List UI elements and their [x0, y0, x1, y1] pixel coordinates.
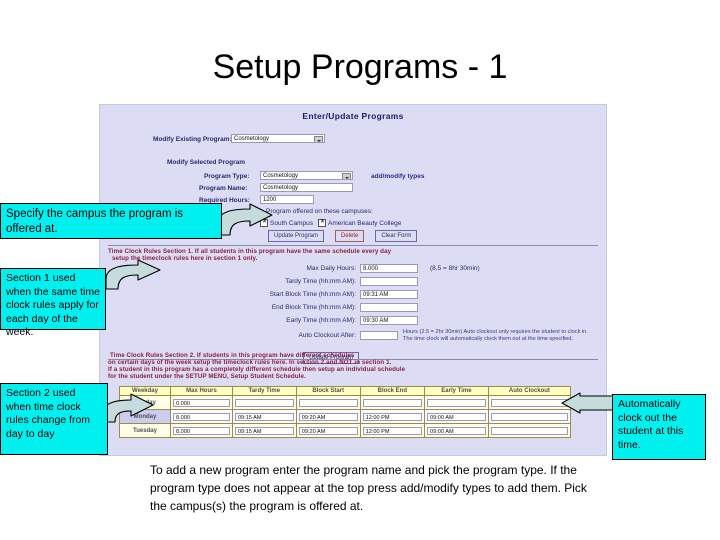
start-block-time-input[interactable]: 09:31 AM: [360, 290, 418, 299]
screenshot-heading: Enter/Update Programs: [302, 111, 404, 121]
cell-sunday-block-end[interactable]: [362, 398, 423, 407]
cell-sunday-early-time[interactable]: [427, 398, 486, 407]
divider: [108, 245, 598, 246]
auto-clockout-hint-line2: The time clock will automatically clock …: [403, 336, 574, 342]
cell-monday-tardy-time[interactable]: 09:15 AM: [234, 412, 294, 421]
col-tardy-time: Tardy Time: [231, 386, 297, 396]
program-type-value: Cosmetology: [263, 173, 299, 179]
col-block-end: Block End: [359, 386, 426, 396]
cell-monday-auto-clockout[interactable]: [490, 412, 568, 421]
cell-monday-max-hours[interactable]: 8.000: [173, 412, 230, 421]
arrow-auto-clockout: [561, 392, 617, 414]
program-type-label: Program Type:: [204, 173, 250, 180]
program-name-input[interactable]: Cosmetology: [260, 183, 353, 192]
cell-sunday-max-hours[interactable]: 0.000: [173, 398, 230, 407]
callout-auto-clockout: Automatically clock out the student at t…: [612, 394, 706, 460]
cell-sunday-auto-clockout[interactable]: [490, 398, 568, 407]
table-row: Sunday 0.000: [119, 395, 572, 410]
modify-existing-program-select[interactable]: Cosmetology: [231, 134, 325, 143]
tardy-time-label: Tardy Time (hh:mm AM):: [285, 278, 356, 285]
table-row: Tuesday 8.000 09:15 AM 09:20 AM 12:00 PM…: [119, 423, 572, 438]
col-max-hours: Max Hours: [170, 386, 233, 396]
modify-selected-program-label: Modify Selected Program: [167, 159, 246, 166]
cell-tuesday-block-start[interactable]: 09:20 AM: [298, 426, 358, 435]
chevron-down-icon: [314, 136, 323, 142]
cell-tuesday-tardy-time[interactable]: 09:15 AM: [234, 426, 294, 435]
table-row: Monday 8.000 09:15 AM 09:20 AM 12:00 PM …: [119, 409, 572, 424]
page-title: Setup Programs - 1: [212, 48, 508, 86]
max-daily-hours-label: Max Daily Hours:: [306, 265, 356, 272]
slide-caption: To add a new program enter the program n…: [150, 463, 587, 513]
callout-section2: Section 2 used when time clock rules cha…: [0, 383, 108, 455]
cell-monday-block-start[interactable]: 09:20 AM: [298, 412, 358, 421]
col-block-start: Block Start: [295, 386, 361, 396]
modify-existing-program-label: Modify Existing Program:: [153, 136, 232, 143]
cell-tuesday-max-hours[interactable]: 8.000: [173, 426, 230, 435]
col-early-time: Early Time: [424, 386, 489, 396]
end-block-time-input[interactable]: [360, 303, 418, 312]
cell-tuesday-auto-clockout[interactable]: [490, 426, 568, 435]
section2-title-line4: for the student under the SETUP MENU, Se…: [108, 373, 306, 380]
clear-form-button[interactable]: Clear Form: [375, 230, 418, 242]
end-block-time-label: End Block Time (hh:mm AM):: [271, 304, 356, 311]
start-block-time-label: Start Block Time (hh:mm AM):: [269, 291, 356, 298]
application-screenshot: Enter/Update Programs Modify Existing Pr…: [99, 104, 607, 456]
form-button-row: Update Program Delete Clear Form: [268, 230, 418, 242]
arrow-campus: [217, 203, 273, 236]
auto-clockout-after-label: Auto Clockout After:: [298, 332, 356, 339]
col-auto-clockout: Auto Clockout: [487, 386, 572, 396]
cell-tuesday-block-end[interactable]: 12:00 PM: [362, 426, 423, 435]
add-modify-types-link[interactable]: add/modify types: [371, 173, 424, 180]
tardy-time-input[interactable]: [360, 277, 418, 286]
max-daily-hours-input[interactable]: 8.000: [360, 264, 418, 273]
weekday-schedule-table: Weekday Max Hours Tardy Time Block Start…: [119, 386, 572, 438]
cell-sunday-block-start[interactable]: [298, 398, 358, 407]
modify-existing-program-value: Cosmetology: [234, 136, 270, 142]
arrow-section1: [105, 259, 161, 290]
cell-monday-early-time[interactable]: 09:00 AM: [427, 412, 486, 421]
max-daily-hours-hint: (8.5 = 8hr 30min): [430, 265, 480, 272]
early-time-input[interactable]: 09:30 AM: [360, 316, 418, 325]
cell-monday-block-end[interactable]: 12:00 PM: [362, 412, 423, 421]
table-header-row: Weekday Max Hours Tardy Time Block Start…: [119, 386, 572, 396]
auto-clockout-hint-line1: Hours (2.5 = 2hr 30min) Auto clockout on…: [403, 329, 588, 335]
program-name-label: Program Name:: [199, 185, 248, 192]
chevron-down-icon: [342, 173, 351, 179]
arrow-section2: [102, 393, 154, 423]
checkbox-american-beauty-college[interactable]: ✕: [318, 219, 326, 227]
delete-button[interactable]: Delete: [335, 230, 365, 242]
callout-section1: Section 1 used when the same time clock …: [0, 268, 106, 338]
cell-tuesday-early-time[interactable]: 09:00 AM: [427, 426, 486, 435]
early-time-label: Early Time (hh:mm AM):: [286, 317, 356, 324]
campus-label-abc: American Beauty College: [328, 219, 402, 227]
cell-sunday-tardy-time[interactable]: [234, 398, 294, 407]
callout-campus: Specify the campus the program is offere…: [0, 203, 222, 239]
program-type-select[interactable]: Cosmetology: [260, 171, 353, 180]
auto-clockout-after-input[interactable]: [360, 331, 398, 340]
